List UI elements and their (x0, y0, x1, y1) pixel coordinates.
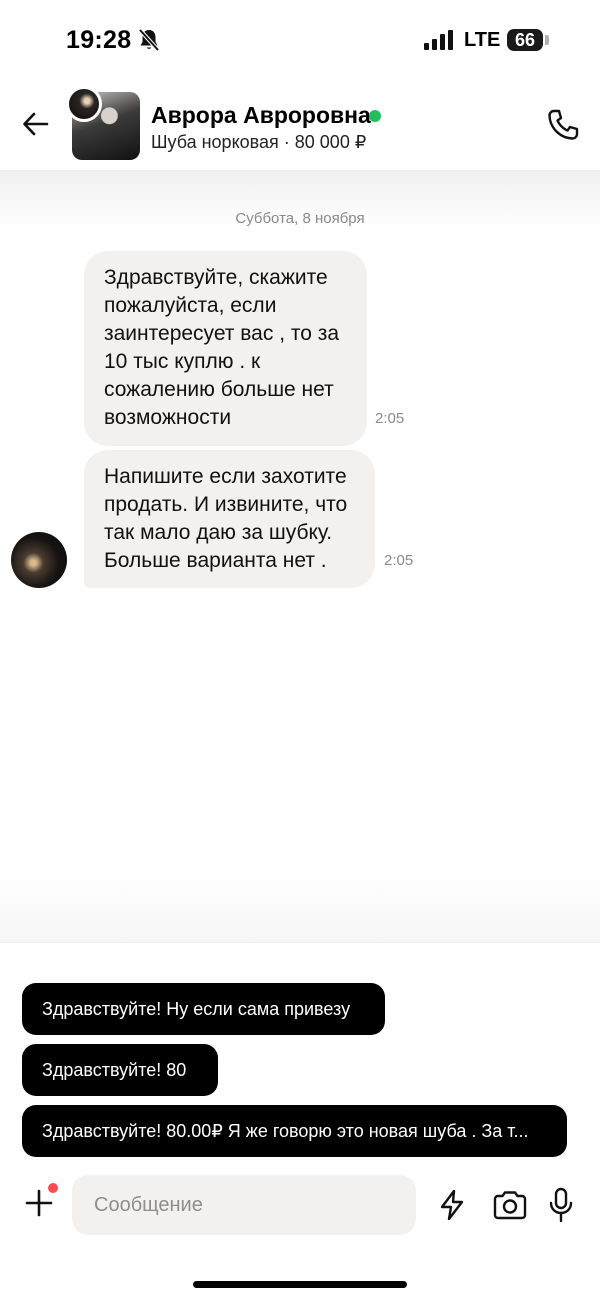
message-bubble[interactable]: Здравствуйте, скажите пожалуйста, если з… (84, 251, 367, 446)
network-type: LTE (464, 29, 501, 51)
quick-reply-button[interactable]: Здравствуйте! Ну если сама привезу (22, 983, 385, 1035)
quick-reply-button[interactable]: Здравствуйте! 80.00₽ Я же говорю это нов… (22, 1105, 567, 1157)
battery-tip (545, 35, 549, 45)
battery-icon: 66 (507, 29, 543, 51)
message-bubble[interactable]: Напишите если захотите продать. И извини… (84, 450, 375, 588)
status-bar: 19:28 LTE 66 (0, 0, 600, 82)
contact-name[interactable]: Аврора Авроровна (151, 102, 371, 129)
status-time: 19:28 (66, 26, 132, 54)
plus-icon[interactable] (24, 1188, 54, 1218)
message-time: 2:05 (384, 552, 414, 569)
microphone-icon[interactable] (548, 1187, 574, 1223)
message-time: 2:05 (375, 410, 405, 427)
quick-reply-button[interactable]: Здравствуйте! 80 (22, 1044, 218, 1096)
phone-icon[interactable] (546, 108, 580, 142)
signal-icon (424, 30, 453, 50)
chat-bottom-fade (0, 870, 600, 942)
listing-title-price[interactable]: Шуба норковая · 80 000 ₽ (151, 132, 366, 153)
message-input[interactable] (72, 1175, 416, 1235)
back-arrow-icon[interactable] (20, 108, 52, 140)
online-status-indicator (369, 110, 381, 122)
contact-mini-avatar (66, 86, 102, 122)
camera-icon[interactable] (492, 1189, 528, 1221)
date-separator: Суббота, 8 ноября (235, 210, 365, 227)
notification-dot (48, 1183, 58, 1193)
home-indicator[interactable] (193, 1281, 407, 1288)
lightning-icon[interactable] (438, 1189, 466, 1221)
sender-avatar[interactable] (11, 532, 67, 588)
bell-off-icon (138, 28, 160, 52)
chat-header: Аврора Авроровна Шуба норковая · 80 000 … (0, 82, 600, 174)
